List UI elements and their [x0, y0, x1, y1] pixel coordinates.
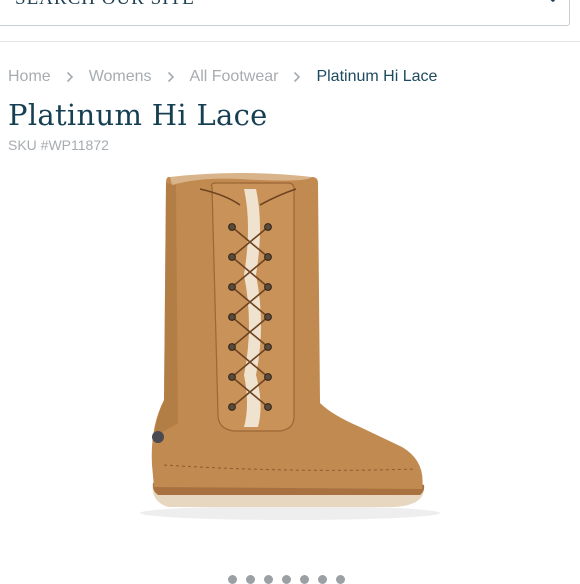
- search-icon[interactable]: [522, 0, 556, 3]
- breadcrumb: Home Womens All Footwear Platinum Hi Lac…: [8, 66, 437, 88]
- product-sku: SKU #WP11872: [8, 137, 109, 153]
- breadcrumb-all-footwear-link[interactable]: All Footwear: [190, 68, 279, 86]
- chevron-right-icon: [51, 68, 89, 86]
- breadcrumb-home-link[interactable]: Home: [8, 68, 51, 86]
- search-bar: [0, 0, 570, 26]
- header-divider: [0, 41, 580, 42]
- chevron-right-icon: [278, 68, 316, 86]
- breadcrumb-current: Platinum Hi Lace: [316, 68, 438, 85]
- chevron-right-icon: [152, 68, 190, 86]
- search-input[interactable]: [15, 0, 495, 17]
- boot-image[interactable]: [140, 165, 440, 525]
- page-title: Platinum Hi Lace: [8, 98, 268, 132]
- breadcrumb-womens-link[interactable]: Womens: [89, 68, 152, 86]
